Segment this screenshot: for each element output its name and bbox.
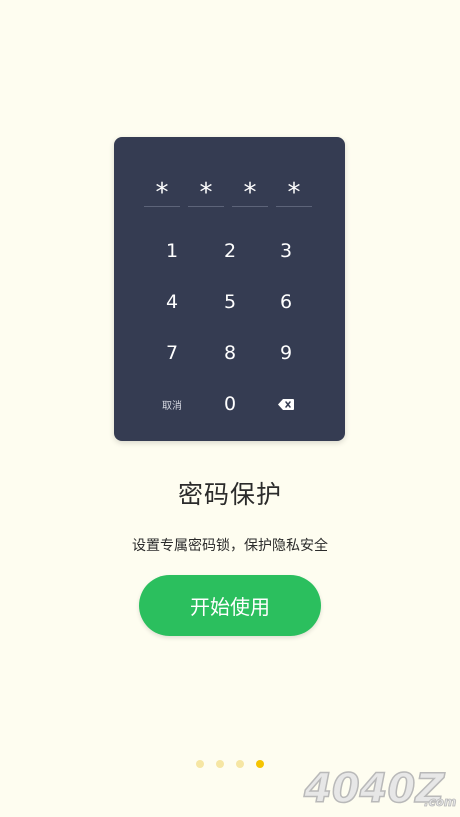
pin-slot-4: * — [276, 176, 312, 208]
page-indicator-dot-4 — [256, 760, 264, 768]
page-indicator-dot-3 — [236, 760, 244, 768]
key-8[interactable]: 8 — [202, 331, 258, 375]
key-4[interactable]: 4 — [144, 280, 200, 324]
pin-slot-1: * — [144, 176, 180, 208]
key-0[interactable]: 0 — [202, 382, 258, 426]
key-9[interactable]: 9 — [258, 331, 314, 375]
pin-slot-3: * — [232, 176, 268, 208]
cancel-button[interactable]: 取消 — [144, 382, 200, 426]
key-2[interactable]: 2 — [202, 229, 258, 273]
key-1[interactable]: 1 — [144, 229, 200, 273]
watermark-logo: 4040Z .com — [300, 762, 458, 813]
pin-slot-2: * — [188, 176, 224, 208]
backspace-icon[interactable] — [258, 382, 314, 426]
key-7[interactable]: 7 — [144, 331, 200, 375]
start-button[interactable]: 开始使用 — [139, 575, 321, 636]
svg-text:.com: .com — [424, 795, 456, 809]
page-indicator-dot-1 — [196, 760, 204, 768]
key-3[interactable]: 3 — [258, 229, 314, 273]
page-subtitle: 设置专属密码锁，保护隐私安全 — [132, 538, 328, 554]
key-5[interactable]: 5 — [202, 280, 258, 324]
page-title: 密码保护 — [177, 480, 282, 509]
key-6[interactable]: 6 — [258, 280, 314, 324]
page-indicator-dot-2 — [216, 760, 224, 768]
